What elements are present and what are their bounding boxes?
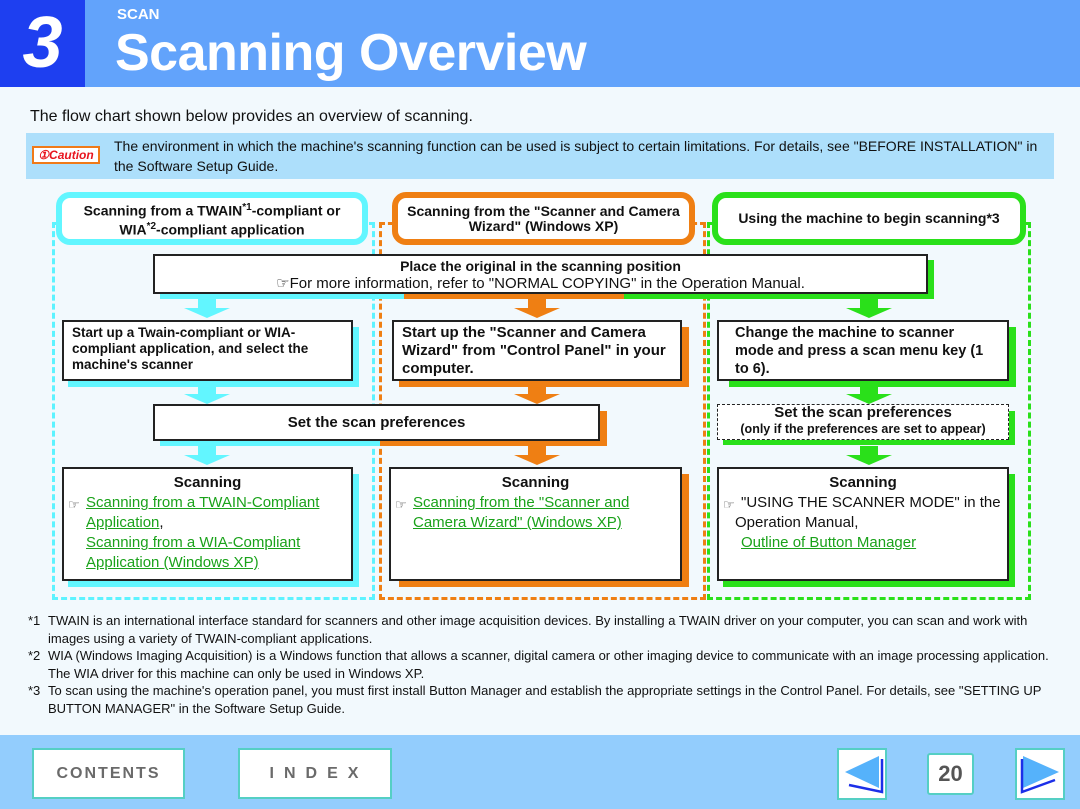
footnote-text: WIA (Windows Imaging Acquisition) is a W…	[48, 648, 1049, 681]
set-scan-preferences-box: Set the scan preferences	[153, 404, 600, 441]
scanning-reference-text: "USING THE SCANNER MODE" in the Operatio…	[735, 494, 1001, 531]
next-page-button[interactable]	[1015, 748, 1065, 800]
place-original-title: Place the original in the scanning posit…	[400, 258, 681, 274]
step-wizard-startup: Start up the "Scanner and Camera Wizard"…	[392, 320, 682, 381]
preferences-title: Set the scan preferences	[774, 404, 952, 421]
header-text: -compliant application	[156, 221, 305, 238]
place-original-box: Place the original in the scanning posit…	[153, 254, 928, 294]
index-button[interactable]: INDEX	[238, 748, 392, 799]
previous-page-button[interactable]	[837, 748, 887, 800]
footnote-text: To scan using the machine's operation pa…	[48, 683, 1042, 716]
column-header-wizard: Scanning from the "Scanner and Camera Wi…	[392, 192, 695, 245]
caution-badge: ①Caution	[32, 146, 100, 164]
footnote-ref-1: *1	[242, 201, 252, 213]
footnote-ref-2: *2	[146, 220, 157, 232]
footnote: *1 TWAIN is an international interface st…	[28, 612, 1058, 647]
link-scanning-wizard[interactable]: Scanning from the "Scanner and Camera Wi…	[413, 494, 629, 531]
reference-hand-icon: ☞	[68, 497, 80, 512]
footnote-key: *2	[28, 648, 41, 663]
scanning-box-wizard: Scanning ☞ Scanning from the "Scanner an…	[389, 467, 682, 581]
contents-button[interactable]: CONTENTS	[32, 748, 185, 799]
scanning-title: Scanning	[501, 474, 570, 491]
preferences-note: (only if the preferences are set to appe…	[740, 422, 986, 436]
footnote: *2 WIA (Windows Imaging Acquisition) is a…	[28, 647, 1058, 682]
step-machine-scanner-mode: Change the machine to scanner mode and p…	[717, 320, 1009, 381]
chapter-label: SCAN	[117, 6, 160, 23]
column-header-twain: Scanning from a TWAIN*1-compliant or WIA…	[56, 192, 368, 245]
triangle-right-icon	[1020, 756, 1059, 794]
chapter-number: 3	[0, 0, 85, 87]
link-scanning-wia[interactable]: Scanning from a WIA-Compliant Applicatio…	[86, 534, 300, 571]
reference-hand-icon: ☞	[276, 275, 290, 292]
header-text: Scanning from a TWAIN	[83, 202, 243, 219]
intro-text: The flow chart shown below provides an o…	[30, 108, 473, 125]
footnote-key: *1	[28, 613, 41, 628]
separator: ,	[159, 514, 164, 531]
footnote-key: *3	[28, 683, 41, 698]
triangle-left-icon	[845, 756, 884, 794]
reference-hand-icon: ☞	[723, 497, 735, 512]
scanning-title: Scanning	[173, 474, 242, 491]
place-original-detail: For more information, refer to "NORMAL C…	[289, 275, 805, 292]
scanning-box-twain: Scanning ☞ Scanning from a TWAIN-Complia…	[62, 467, 353, 581]
link-outline-button-manager[interactable]: Outline of Button Manager	[741, 534, 916, 551]
exclamation-circle-icon: ①	[38, 148, 50, 162]
caution-text: The environment in which the machine's s…	[114, 138, 1038, 174]
link-scanning-twain[interactable]: Scanning from a TWAIN-Compliant Applicat…	[86, 494, 319, 531]
page-title: Scanning Overview	[115, 24, 587, 82]
footnote-text: TWAIN is an international interface stan…	[48, 613, 1028, 646]
set-scan-preferences-optional-box: Set the scan preferences (only if the pr…	[717, 404, 1009, 440]
footnotes: *1 TWAIN is an international interface st…	[28, 612, 1058, 717]
footnote: *3 To scan using the machine's operation …	[28, 682, 1058, 717]
page-number: 20	[927, 753, 974, 795]
caution-label: Caution	[49, 148, 94, 162]
step-twain-startup: Start up a Twain-compliant or WIA-compli…	[62, 320, 353, 381]
scanning-box-machine: Scanning ☞ "USING THE SCANNER MODE" in t…	[717, 467, 1009, 581]
column-header-machine: Using the machine to begin scanning*3	[712, 192, 1026, 245]
reference-hand-icon: ☞	[395, 497, 407, 512]
scanning-title: Scanning	[829, 474, 897, 491]
